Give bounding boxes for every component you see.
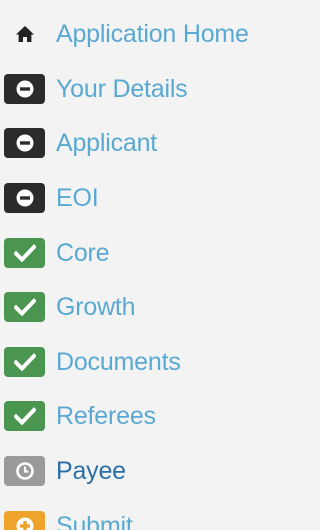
nav-item-applicant[interactable]: Applicant xyxy=(0,116,281,171)
nav-item-application-home[interactable]: Application Home xyxy=(0,7,281,62)
clock-icon xyxy=(4,456,45,487)
status-icon-wrapper xyxy=(4,346,50,377)
plus-circle-icon xyxy=(4,510,45,530)
minus-circle-icon xyxy=(4,128,45,159)
home-icon xyxy=(4,19,45,49)
status-icon-wrapper xyxy=(4,456,50,487)
nav-item-referees[interactable]: Referees xyxy=(0,389,281,444)
nav-item-label: Application Home xyxy=(56,20,249,49)
nav-item-label: EOI xyxy=(56,184,99,213)
home-icon-wrapper xyxy=(4,19,50,49)
nav-item-label: Submit xyxy=(56,511,133,530)
nav-item-core[interactable]: Core xyxy=(0,225,281,280)
nav-item-payee[interactable]: Payee xyxy=(0,444,281,499)
nav-item-label: Your Details xyxy=(56,74,188,103)
nav-item-label: Core xyxy=(56,238,110,267)
nav-item-growth[interactable]: Growth xyxy=(0,280,281,335)
minus-circle-icon xyxy=(4,73,45,104)
nav-item-label: Referees xyxy=(56,402,156,431)
status-icon-wrapper xyxy=(4,183,50,214)
checkmark-icon xyxy=(4,346,45,377)
application-sidebar-nav: Application Home Your Details Applicant xyxy=(0,0,281,530)
checkmark-icon xyxy=(4,401,45,432)
nav-item-documents[interactable]: Documents xyxy=(0,335,281,390)
status-icon-wrapper xyxy=(4,510,50,530)
nav-item-eoi[interactable]: EOI xyxy=(0,171,281,226)
status-icon-wrapper xyxy=(4,401,50,432)
nav-item-submit[interactable]: Submit xyxy=(0,498,281,530)
nav-item-your-details[interactable]: Your Details xyxy=(0,62,281,117)
minus-circle-icon xyxy=(4,183,45,214)
nav-item-label: Growth xyxy=(56,293,136,322)
checkmark-icon xyxy=(4,292,45,323)
status-icon-wrapper xyxy=(4,292,50,323)
status-icon-wrapper xyxy=(4,128,50,159)
status-icon-wrapper xyxy=(4,237,50,268)
nav-item-label: Applicant xyxy=(56,129,158,158)
nav-item-label: Payee xyxy=(56,457,126,486)
status-icon-wrapper xyxy=(4,73,50,104)
checkmark-icon xyxy=(4,237,45,268)
nav-item-label: Documents xyxy=(56,347,181,376)
